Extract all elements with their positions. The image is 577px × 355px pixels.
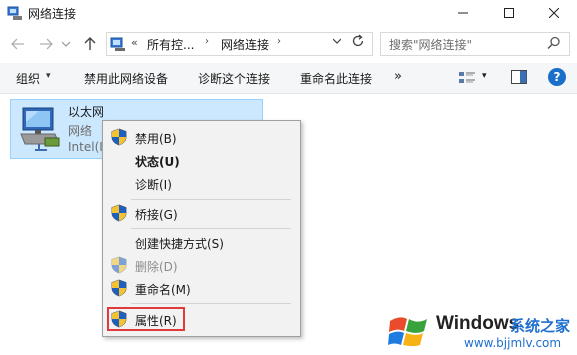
minimize-icon (458, 12, 468, 14)
search-box[interactable]: 搜索"网络连接" (380, 32, 570, 56)
maximize-button[interactable] (486, 0, 532, 26)
close-icon (549, 8, 559, 18)
breadcrumb-overflow[interactable]: « (131, 36, 138, 49)
search-input[interactable]: 搜索"网络连接" (389, 36, 472, 53)
back-arrow-icon (11, 38, 24, 50)
refresh-button[interactable] (351, 34, 365, 52)
network-adapter-icon (20, 107, 60, 151)
search-icon[interactable] (547, 36, 561, 50)
network-connections-icon (7, 6, 22, 20)
breadcrumb-network-connections[interactable]: 网络连接 (221, 36, 269, 53)
watermark-subtitle: 系统之家 (510, 317, 571, 335)
command-bar: 组织 ▾ 禁用此网络设备 诊断这个连接 重命名此连接 » ▾ ? (0, 63, 577, 94)
connection-name: 以太网 (68, 105, 105, 119)
menu-separator (131, 228, 291, 229)
uac-shield-icon (111, 279, 127, 297)
breadcrumb-separator[interactable]: › (205, 36, 209, 47)
forward-arrow-icon (40, 38, 53, 50)
menu-item-bridge[interactable]: 桥接(G) (135, 206, 178, 223)
menu-separator (131, 303, 291, 304)
menu-item-delete: 删除(D) (135, 260, 178, 274)
help-button[interactable]: ? (548, 68, 566, 86)
back-button[interactable] (8, 34, 28, 54)
uac-shield-icon (111, 204, 127, 222)
organize-button[interactable]: 组织 (16, 70, 40, 87)
breadcrumb-all-control-panel[interactable]: 所有控... (147, 36, 194, 53)
preview-pane-icon[interactable] (511, 70, 527, 84)
title-bar: 网络连接 (0, 0, 577, 26)
view-options-dropdown-icon[interactable]: ▾ (482, 71, 487, 81)
control-panel-icon (110, 37, 125, 51)
menu-item-diagnose[interactable]: 诊断(I) (135, 176, 172, 193)
window-title: 网络连接 (28, 7, 77, 21)
change-view-icon[interactable] (458, 70, 476, 86)
up-arrow-icon (84, 37, 96, 50)
watermark-url: www.bjjmlv.com (464, 336, 562, 350)
close-button[interactable] (531, 0, 577, 26)
context-menu: 禁用(B) 状态(U) 诊断(I) 桥接(G) 创建快捷方式(S) 删除(D) … (102, 120, 301, 337)
address-bar[interactable]: « 所有控... › 网络连接 › (106, 32, 373, 56)
breadcrumb-separator[interactable]: › (277, 36, 281, 47)
refresh-icon (352, 34, 364, 47)
chevron-down-icon (62, 41, 70, 47)
uac-shield-icon (111, 128, 127, 146)
minimize-button[interactable] (440, 0, 486, 26)
watermark-title: Windows (436, 313, 520, 334)
up-button[interactable] (80, 34, 100, 54)
recent-locations-button[interactable] (60, 34, 72, 54)
organize-dropdown-icon[interactable]: ▾ (46, 71, 51, 81)
address-dropdown-button[interactable] (332, 36, 342, 47)
menu-item-create-shortcut[interactable]: 创建快捷方式(S) (135, 235, 224, 252)
connection-device: Intel(I (68, 140, 103, 154)
windows-logo-icon (388, 317, 427, 347)
chevron-down-icon (332, 38, 342, 44)
disable-device-button[interactable]: 禁用此网络设备 (84, 70, 168, 87)
forward-button[interactable] (36, 34, 56, 54)
connection-status: 网络 (68, 124, 93, 138)
maximize-icon (504, 8, 514, 18)
menu-item-properties[interactable]: 属性(R) (135, 312, 177, 329)
menu-item-rename[interactable]: 重命名(M) (135, 281, 191, 298)
uac-shield-icon (111, 310, 127, 328)
menu-item-disable[interactable]: 禁用(B) (135, 130, 177, 147)
uac-shield-icon (111, 256, 127, 274)
rename-connection-button[interactable]: 重命名此连接 (300, 70, 372, 87)
more-commands-button[interactable]: » (394, 69, 402, 84)
diagnose-connection-button[interactable]: 诊断这个连接 (198, 70, 270, 87)
navigation-bar: « 所有控... › 网络连接 › 搜索"网络连接" (0, 28, 577, 62)
menu-item-status[interactable]: 状态(U) (135, 153, 180, 170)
menu-separator (131, 199, 291, 200)
